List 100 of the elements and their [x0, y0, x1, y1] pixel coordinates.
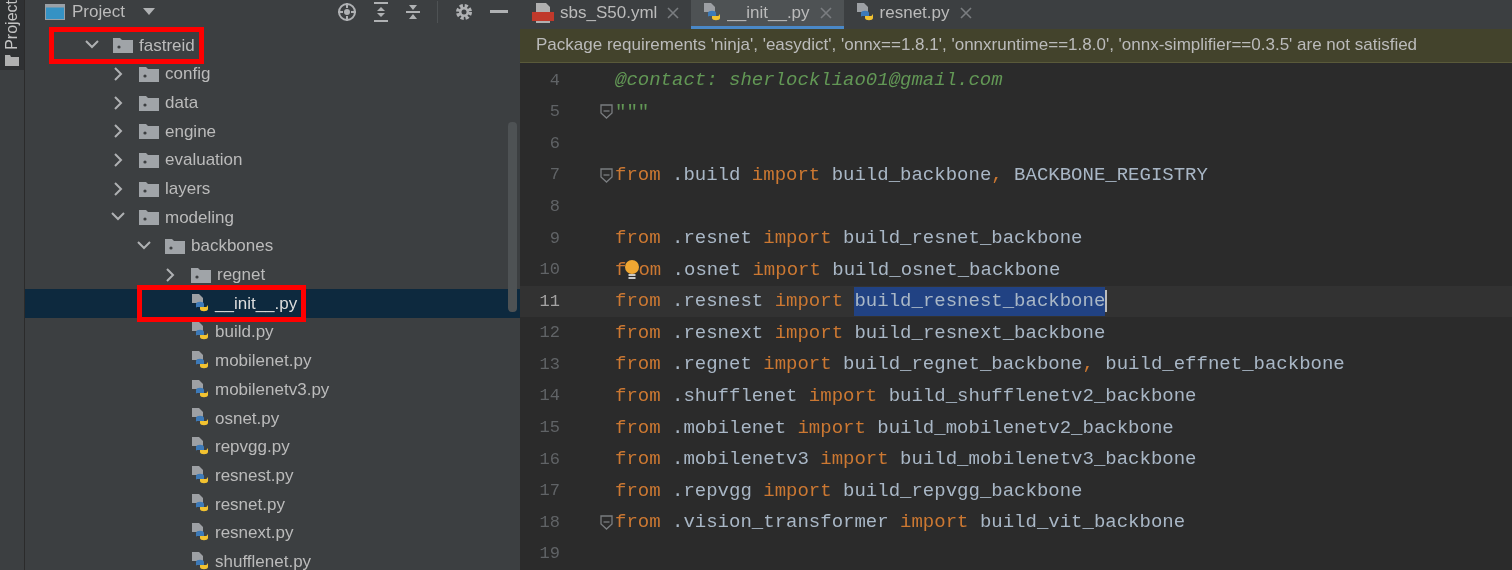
tree-item-label: config [165, 63, 211, 86]
python-file-icon [191, 465, 209, 486]
editor-tab[interactable]: __init__.py [691, 0, 844, 29]
code-token: import [763, 226, 832, 251]
python-file-icon [703, 2, 722, 23]
code-token: om [638, 257, 662, 283]
fold-marker-icon[interactable] [600, 515, 613, 531]
code-token: build_backbone [830, 162, 992, 188]
code-token: f [615, 257, 627, 283]
tree-item[interactable]: build.py [25, 317, 520, 347]
tree-item[interactable]: resnest.py [25, 461, 520, 490]
chevron-right-icon[interactable] [111, 153, 125, 168]
chevron-down-icon[interactable] [111, 212, 125, 223]
code-token: .regnet [671, 352, 753, 378]
code-token: build_vit_backbone [978, 510, 1186, 536]
tree-item-label: resnet.py [215, 493, 285, 516]
tree-item-label: data [165, 91, 199, 114]
editor-tab[interactable]: resnet.py [843, 0, 984, 29]
line-number: 13 [538, 353, 560, 376]
code-token: .resnext [671, 320, 765, 346]
chevron-right-icon[interactable] [111, 181, 125, 196]
code-token: import [900, 510, 969, 536]
tree-item[interactable]: evaluation [25, 145, 520, 175]
code-token: build_resnext_backbone [853, 320, 1106, 346]
code-token: build_mobilenetv2_backbone [876, 415, 1174, 441]
tree-item-label: regnet [217, 264, 266, 287]
code-token: import [763, 478, 832, 504]
minimize-icon[interactable] [490, 10, 508, 14]
selected-code: build_resnest_backbone [854, 287, 1106, 316]
tree-item[interactable]: fastreid [25, 31, 520, 60]
tree-item-label: repvgg.py [215, 436, 290, 459]
line-number: 7 [548, 164, 560, 187]
tree-item[interactable]: engine [25, 117, 520, 146]
tree-item[interactable]: repvgg.py [25, 432, 520, 462]
python-file-icon [191, 350, 209, 371]
folder-icon [139, 180, 159, 197]
chevron-right-icon[interactable] [111, 95, 125, 110]
line-number: 12 [538, 322, 560, 345]
crosshair-icon[interactable] [337, 2, 357, 22]
code-token: from [615, 289, 661, 315]
code-token: import [752, 257, 821, 283]
code-token: from [615, 352, 661, 378]
line-number: 5 [548, 101, 560, 124]
code-token: import [774, 289, 845, 315]
code-token: , [991, 162, 1003, 188]
tree-item[interactable]: modeling [25, 203, 520, 232]
tree-item[interactable]: config [25, 59, 520, 89]
fold-marker-icon[interactable] [600, 167, 613, 183]
tree-item[interactable]: data [25, 88, 520, 118]
tree-item[interactable]: mobilenet.py [25, 346, 520, 376]
line-number: 15 [538, 417, 560, 440]
code-token: import [763, 352, 832, 378]
code-token: build_effnet_backbone [1104, 352, 1345, 378]
tree-item-label: layers [165, 178, 211, 201]
dropdown-arrow-icon[interactable] [142, 8, 155, 16]
python-file-icon [855, 2, 874, 23]
python-file-icon [191, 551, 209, 570]
chevron-right-icon[interactable] [163, 267, 177, 282]
text-cursor [1105, 290, 1108, 313]
tree-item[interactable]: resnext.py [25, 518, 520, 548]
chevron-down-icon[interactable] [137, 241, 151, 252]
lightbulb-icon[interactable] [624, 258, 641, 281]
tree-item[interactable]: shufflenet.py [25, 547, 520, 570]
code-token: BACKBONE_REGISTRY [1013, 162, 1208, 188]
tree-item[interactable]: backbones [25, 231, 520, 261]
tree-item[interactable]: resnet.py [25, 490, 520, 519]
code-token: """ [615, 99, 650, 125]
tree-item[interactable]: regnet [25, 260, 520, 290]
line-number: 19 [538, 543, 560, 566]
code-token: build_shufflenetv2_backbone [887, 384, 1197, 409]
project-tool-tab[interactable]: Project [0, 0, 24, 70]
tree-item-label: shufflenet.py [215, 550, 312, 570]
close-icon[interactable] [959, 6, 972, 19]
code-token: build_mobilenetv3_backbone [899, 447, 1197, 473]
tree-item[interactable]: layers [25, 174, 520, 204]
tree-item-label: osnet.py [215, 407, 280, 430]
tree-item-label: mobilenet.py [215, 350, 312, 373]
line-number: 17 [538, 480, 560, 503]
code-token: , [1082, 352, 1094, 378]
collapse-all-icon[interactable] [405, 2, 421, 22]
tree-item-label: fastreid [139, 34, 195, 57]
code-token: import [774, 320, 844, 346]
scrollbar[interactable] [508, 122, 517, 312]
tree-item-label: resnest.py [215, 464, 294, 487]
chevron-right-icon[interactable] [111, 124, 125, 139]
tree-item[interactable]: osnet.py [25, 403, 520, 433]
chevron-down-icon[interactable] [85, 40, 99, 51]
panel-title: Project [72, 1, 125, 24]
expand-all-icon[interactable] [373, 2, 389, 22]
notification-banner: Package requirements 'ninja', 'easydict', 'onnx==1.8.1', 'onnxruntime==1.8.0', 'onnx-simplifier==0.3.5' are not satisfied [520, 28, 1512, 63]
line-number: 9 [548, 227, 560, 250]
chevron-right-icon[interactable] [111, 67, 125, 82]
fold-marker-icon[interactable] [600, 104, 613, 120]
close-icon[interactable] [667, 6, 680, 19]
tree-item-label: __init__.py [215, 292, 298, 315]
settings-icon[interactable] [454, 2, 474, 22]
code-token: build_repvgg_backbone [842, 478, 1083, 504]
editor-tab[interactable]: sbs_S50.yml [520, 0, 692, 29]
yml-file-icon [532, 2, 554, 23]
tree-item[interactable]: mobilenetv3.py [25, 375, 520, 404]
